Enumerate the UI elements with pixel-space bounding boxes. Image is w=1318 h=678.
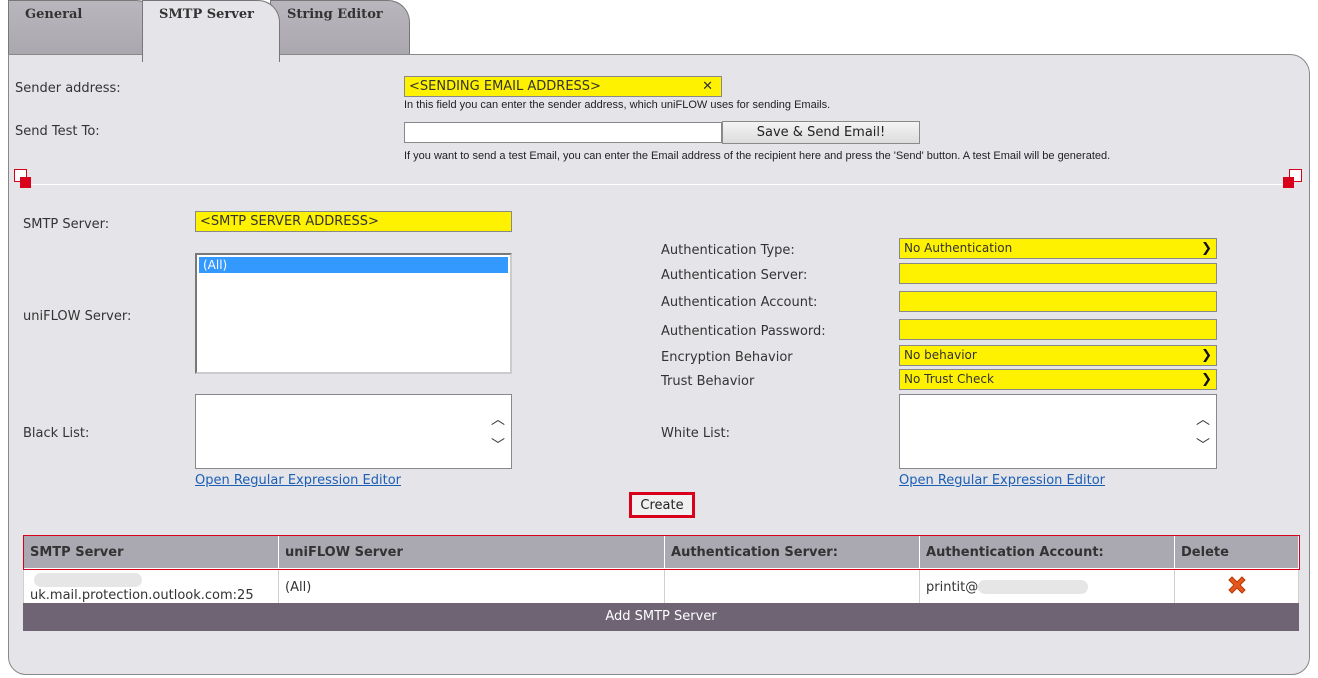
trust-select[interactable]: No Trust Check ❯ (899, 369, 1217, 390)
section-divider (23, 184, 1295, 185)
tab-string-editor[interactable]: String Editor (270, 0, 410, 58)
column-header-auth-account: Authentication Account: (919, 535, 1176, 569)
trust-value: No Trust Check (904, 372, 994, 386)
auth-type-label: Authentication Type: (661, 243, 795, 258)
trust-label: Trust Behavior (661, 374, 755, 389)
scroll-up-icon[interactable]: ︿ (1196, 409, 1210, 429)
auth-type-value: No Authentication (904, 241, 1013, 255)
auth-password-label: Authentication Password: (661, 324, 826, 339)
send-test-input[interactable] (404, 122, 722, 143)
cell-uniflow-server: (All) (277, 568, 666, 606)
cell-delete (1174, 568, 1299, 606)
redacted-blur (34, 573, 142, 587)
white-list-textarea[interactable]: ︿ ﹀ (899, 394, 1217, 469)
cell-auth-server (664, 568, 921, 606)
scroll-down-icon[interactable]: ﹀ (1196, 435, 1210, 455)
auth-server-label: Authentication Server: (661, 268, 808, 283)
white-list-label: White List: (661, 426, 731, 441)
column-header-delete: Delete (1174, 535, 1299, 569)
cell-smtp-server: uk.mail.protection.outlook.com:25 (23, 568, 279, 606)
tab-bar: General SMTP Server String Editor (8, 0, 410, 62)
create-button[interactable]: Create (629, 492, 695, 518)
uniflow-server-listbox[interactable]: (All) (195, 253, 512, 374)
auth-password-field[interactable] (899, 319, 1217, 340)
settings-panel: Sender address: <SENDING EMAIL ADDRESS> … (8, 54, 1310, 675)
tab-general[interactable]: General (8, 0, 158, 58)
clear-icon[interactable]: ✕ (702, 78, 713, 95)
encryption-label: Encryption Behavior (661, 350, 793, 365)
encryption-select[interactable]: No behavior ❯ (899, 345, 1217, 366)
auth-account-label: Authentication Account: (661, 295, 818, 310)
delete-icon[interactable] (1226, 574, 1248, 596)
black-list-label: Black List: (23, 426, 90, 441)
chevron-down-icon: ❯ (1201, 348, 1212, 363)
expand-marker-fill-icon (1283, 177, 1294, 188)
smtp-server-value: uk.mail.protection.outlook.com:25 (30, 588, 254, 603)
black-list-regex-link[interactable]: Open Regular Expression Editor (195, 473, 401, 488)
cell-auth-account: printit@ (919, 568, 1176, 606)
save-send-email-button[interactable]: Save & Send Email! (722, 121, 920, 144)
collapse-marker-fill-icon (20, 177, 31, 188)
send-test-hint: If you want to send a test Email, you ca… (404, 150, 1111, 162)
scroll-down-icon[interactable]: ﹀ (491, 435, 505, 455)
redacted-blur (978, 580, 1089, 594)
tab-smtp-server[interactable]: SMTP Server (142, 0, 280, 62)
sender-address-field[interactable]: <SENDING EMAIL ADDRESS> ✕ (404, 76, 722, 97)
smtp-server-field[interactable]: <SMTP SERVER ADDRESS> (195, 211, 512, 232)
auth-account-value: printit@ (926, 579, 979, 595)
list-item[interactable]: (All) (199, 257, 508, 273)
add-smtp-server-button[interactable]: Add SMTP Server (23, 603, 1299, 631)
uniflow-server-label: uniFLOW Server: (23, 309, 132, 324)
auth-account-field[interactable] (899, 291, 1217, 312)
send-test-label: Send Test To: (15, 124, 100, 139)
chevron-down-icon: ❯ (1201, 241, 1212, 256)
sender-hint: In this field you can enter the sender a… (404, 99, 831, 111)
auth-type-select[interactable]: No Authentication ❯ (899, 238, 1217, 259)
chevron-down-icon: ❯ (1201, 372, 1212, 387)
smtp-server-label: SMTP Server: (23, 217, 110, 232)
auth-server-field[interactable] (899, 263, 1217, 284)
table-row[interactable]: uk.mail.protection.outlook.com:25 (All) … (23, 568, 1299, 606)
encryption-value: No behavior (904, 348, 977, 362)
sender-address-value: <SENDING EMAIL ADDRESS> (409, 79, 601, 94)
scroll-up-icon[interactable]: ︿ (491, 409, 505, 429)
column-header-auth-server: Authentication Server: (664, 535, 921, 569)
smtp-server-table: SMTP Server uniFLOW Server Authenticatio… (22, 534, 1300, 606)
white-list-regex-link[interactable]: Open Regular Expression Editor (899, 473, 1105, 488)
column-header-smtp-server: SMTP Server (23, 535, 279, 569)
column-header-uniflow-server: uniFLOW Server (277, 535, 666, 569)
sender-address-label: Sender address: (15, 81, 121, 96)
black-list-textarea[interactable]: ︿ ﹀ (195, 394, 512, 469)
